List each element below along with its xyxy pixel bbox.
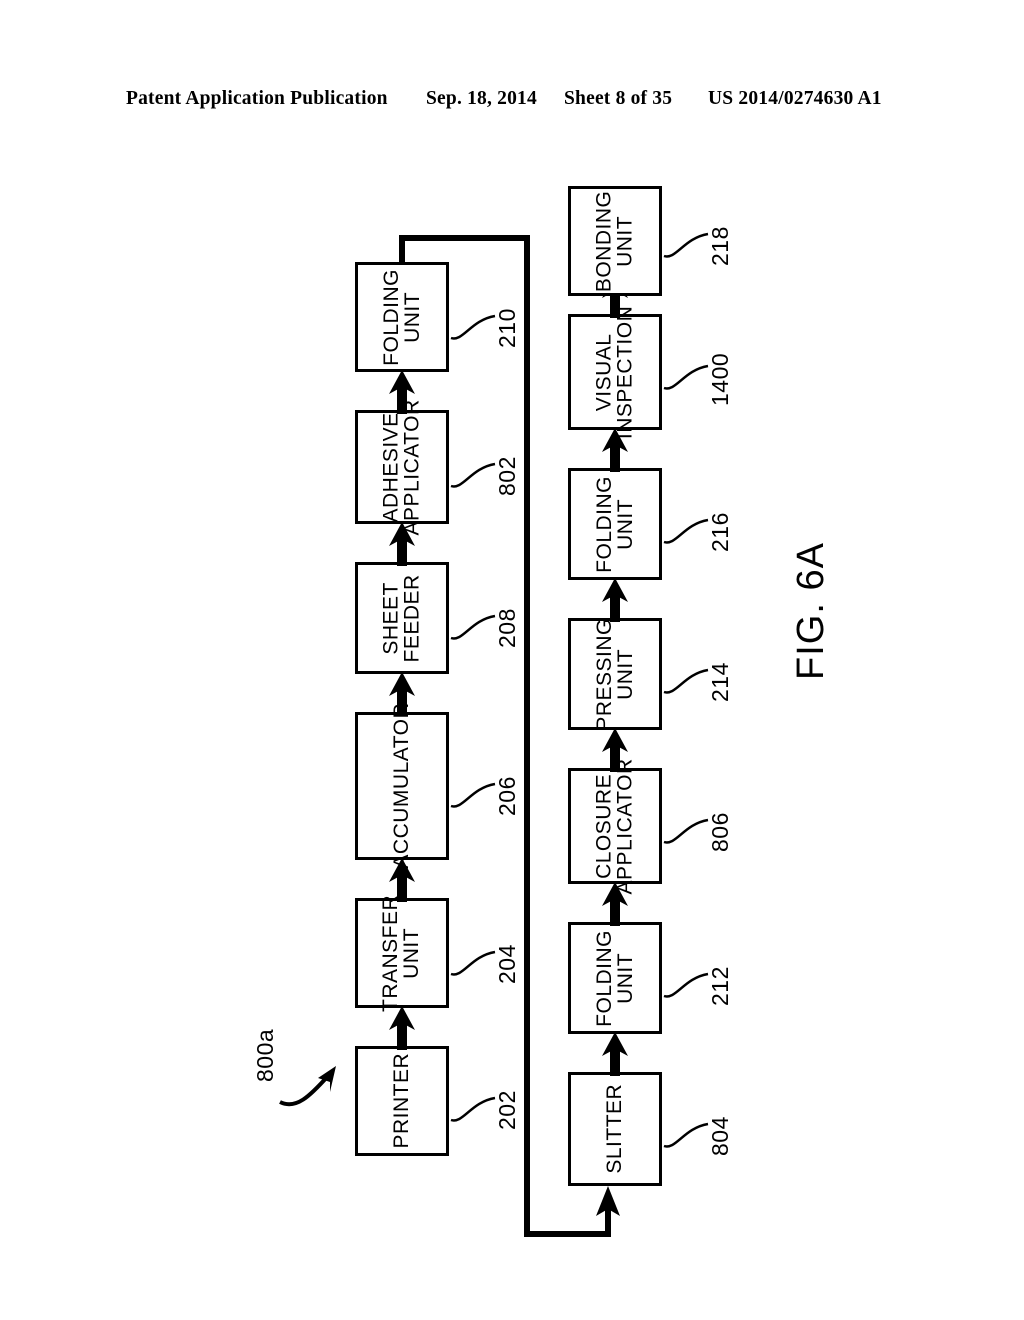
block-bonding-unit[interactable]: BONDING UNIT	[568, 186, 662, 296]
ref-numeral-806: 806	[707, 812, 733, 852]
block-adhesive-applicator[interactable]: ADHESIVE APPLICATOR	[355, 399, 449, 535]
flow-arrow-adhesive-to-folding210	[389, 370, 415, 414]
block-visual-inspection[interactable]: VISUAL INSPECTION	[568, 305, 662, 439]
block-folding-unit-212[interactable]: FOLDING UNIT	[568, 922, 662, 1034]
ref-numeral-210: 210	[494, 308, 520, 348]
block-sheet-feeder-label: SHEET FEEDER	[379, 573, 424, 663]
block-folding-unit-212-label: FOLDING UNIT	[592, 929, 637, 1027]
ref-numeral-212: 212	[707, 966, 733, 1006]
block-folding-unit-210-label: FOLDING UNIT	[379, 268, 424, 366]
block-accumulator[interactable]: ACCUMULATOR	[355, 703, 449, 869]
ref-numeral-208: 208	[494, 608, 520, 648]
block-closure-applicator[interactable]: CLOSURE APPLICATOR	[568, 758, 662, 894]
ref-numeral-218: 218	[707, 226, 733, 266]
flow-arrow-printer-to-transfer	[389, 1006, 415, 1050]
figure-canvas: 800a PRINTER 202 TRANSFER UNIT 204 ACCUM…	[0, 0, 1024, 1320]
ref-numeral-214: 214	[707, 662, 733, 702]
block-transfer-unit[interactable]: TRANSFER UNIT	[355, 894, 449, 1012]
ref-numeral-216: 216	[707, 512, 733, 552]
flow-arrow-slitter-to-folding212	[602, 1032, 628, 1076]
system-callout-arrow-icon	[279, 1066, 336, 1107]
block-sheet-feeder[interactable]: SHEET FEEDER	[355, 562, 449, 674]
system-callout-label: 800a	[252, 1028, 278, 1082]
figure-caption: FIG. 6A	[790, 542, 832, 680]
block-closure-applicator-label: CLOSURE APPLICATOR	[592, 757, 638, 895]
flow-arrow-closure-to-pressing	[602, 728, 628, 772]
ref-numeral-202: 202	[494, 1090, 520, 1130]
block-accumulator-label: ACCUMULATOR	[390, 703, 414, 869]
block-pressing-unit-label: PRESSING UNIT	[592, 617, 637, 731]
block-slitter-label: SLITTER	[603, 1084, 627, 1174]
ref-numeral-206: 206	[494, 776, 520, 816]
block-slitter[interactable]: SLITTER	[568, 1072, 662, 1186]
block-folding-unit-216-label: FOLDING UNIT	[592, 475, 637, 573]
ref-numeral-802: 802	[494, 456, 520, 496]
ref-numeral-804: 804	[707, 1116, 733, 1156]
block-folding-unit-210[interactable]: FOLDING UNIT	[355, 262, 449, 372]
ref-numeral-1400: 1400	[707, 352, 733, 406]
block-pressing-unit[interactable]: PRESSING UNIT	[568, 618, 662, 730]
block-visual-inspection-label: VISUAL INSPECTION	[592, 305, 638, 439]
flow-arrow-pressing-to-folding216	[602, 578, 628, 622]
block-folding-unit-216[interactable]: FOLDING UNIT	[568, 468, 662, 580]
flow-arrow-accumulator-to-sheet-feeder	[389, 672, 415, 716]
block-printer-label: PRINTER	[390, 1053, 414, 1149]
ref-numeral-204: 204	[494, 944, 520, 984]
block-transfer-unit-label: TRANSFER UNIT	[379, 894, 424, 1012]
block-printer[interactable]: PRINTER	[355, 1046, 449, 1156]
block-adhesive-applicator-label: ADHESIVE APPLICATOR	[379, 398, 425, 536]
block-bonding-unit-label: BONDING UNIT	[592, 190, 638, 292]
